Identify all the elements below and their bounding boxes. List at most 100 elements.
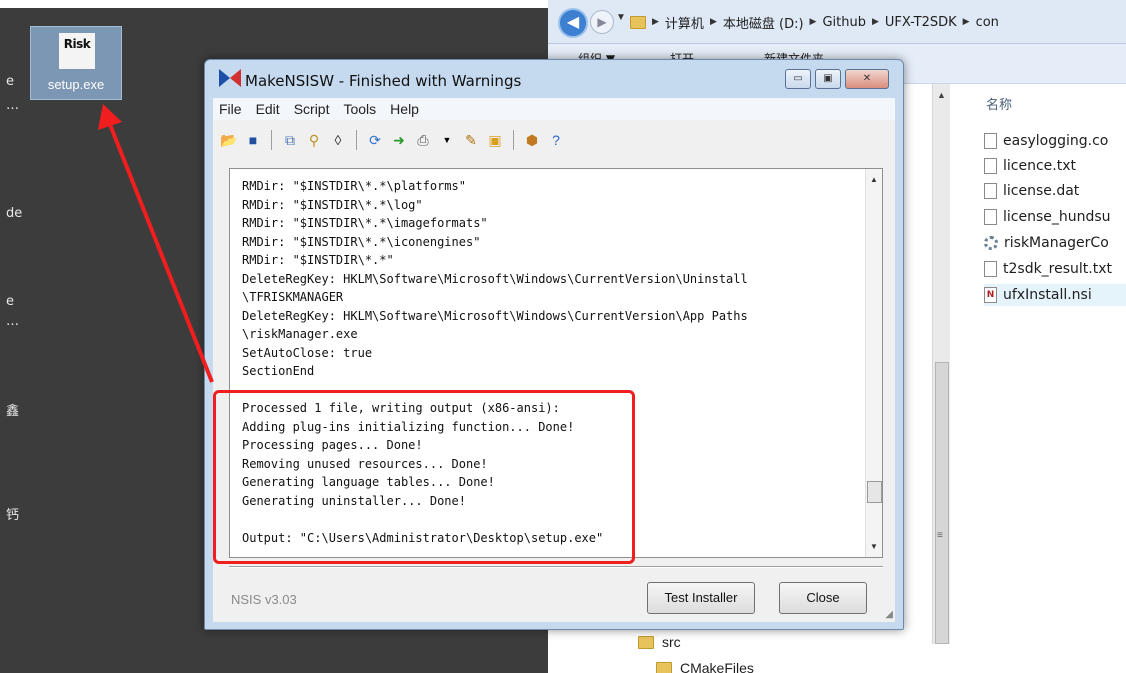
tree-item[interactable]: CMakeFiles <box>656 660 754 673</box>
resize-grip-icon[interactable]: ◢ <box>885 609 893 620</box>
chevron-right-icon: ▶ <box>962 17 970 27</box>
open-folder-icon[interactable]: 📂 <box>219 130 239 150</box>
file-row[interactable]: licence.txt <box>984 155 1126 177</box>
back-arrow-icon[interactable]: ◀ <box>558 8 588 38</box>
forward-arrow-icon[interactable]: ▶ <box>590 10 614 34</box>
file-row[interactable]: easylogging.co <box>984 130 1126 152</box>
close-button[interactable]: Close <box>779 582 867 614</box>
menu-bar: File Edit Script Tools Help <box>213 98 895 120</box>
text-file-icon <box>984 158 997 174</box>
toolbar-separator <box>513 130 514 150</box>
file-name: riskManagerCo <box>1004 235 1109 251</box>
clear-log-icon[interactable]: ◊ <box>328 130 348 150</box>
desktop-edge-text: … <box>6 98 19 113</box>
desktop-edge-text: 钙 <box>6 508 20 523</box>
text-file-icon <box>984 261 997 277</box>
desktop-edge-text: de <box>6 206 23 221</box>
file-row-selected[interactable]: N ufxInstall.nsi <box>984 284 1126 306</box>
chevron-right-icon: ▶ <box>809 17 817 27</box>
test-installer-icon[interactable]: ➜ <box>389 130 409 150</box>
tree-item[interactable]: src <box>638 634 681 650</box>
chevron-right-icon: ▶ <box>871 17 879 27</box>
file-name: license_hundsu <box>1003 209 1111 225</box>
file-name: t2sdk_result.txt <box>1003 261 1113 277</box>
chevron-right-icon: ▶ <box>709 17 717 27</box>
log-line: DeleteRegKey: HKLM\Software\Microsoft\Wi… <box>242 308 748 323</box>
desktop-edge-text: 鑫 <box>6 404 20 419</box>
find-icon[interactable]: ⚲ <box>304 130 324 150</box>
nsis-home-icon[interactable]: ⬢ <box>522 130 542 150</box>
dropdown-arrow-icon[interactable]: ▼ <box>437 130 457 150</box>
desktop-edge-text: e <box>6 74 14 89</box>
toolbar-separator <box>356 130 357 150</box>
history-dropdown-icon[interactable]: ▼ <box>616 12 626 23</box>
risk-icon-text: Risk <box>63 37 91 51</box>
log-line: RMDir: "$INSTDIR\*.*\platforms" <box>242 179 466 193</box>
document-icon <box>984 209 997 225</box>
scrollbar-thumb[interactable] <box>867 481 882 503</box>
log-line: RMDir: "$INSTDIR\*.*\imageformats" <box>242 216 488 230</box>
file-name: ufxInstall.nsi <box>1003 287 1092 303</box>
breadcrumb[interactable]: ▶ 计算机 ▶ 本地磁盘 (D:) ▶ Github ▶ UFX-T2SDK ▶… <box>630 10 999 34</box>
scroll-up-icon[interactable]: ▲ <box>937 90 946 100</box>
help-icon[interactable]: ? <box>546 130 566 150</box>
file-row[interactable]: license.dat <box>984 180 1126 202</box>
desktop-icon-setup-exe[interactable]: Risk setup.exe <box>30 26 122 100</box>
desktop-edge-text: e <box>6 294 14 309</box>
document-icon <box>984 133 997 149</box>
log-scrollbar[interactable]: ▲ ▼ <box>865 169 882 557</box>
log-line: DeleteRegKey: HKLM\Software\Microsoft\Wi… <box>242 271 748 286</box>
folder-icon <box>656 661 672 673</box>
log-line: \TFRISKMANAGER <box>242 290 344 304</box>
scroll-up-icon[interactable]: ▲ <box>870 175 878 184</box>
highlight-box <box>213 390 635 564</box>
compressor-icon[interactable]: ⎙ <box>413 130 433 150</box>
minimize-button[interactable]: ▭ <box>785 69 811 89</box>
close-window-button[interactable]: ✕ <box>845 69 889 89</box>
file-list: 名称 easylogging.co licence.txt license.da… <box>948 84 1126 604</box>
breadcrumb-item[interactable]: 计算机 <box>665 13 704 32</box>
file-row[interactable]: license_hundsu <box>984 206 1126 228</box>
folder-icon <box>638 635 654 649</box>
breadcrumb-item[interactable]: UFX-T2SDK <box>885 15 957 30</box>
title-bar[interactable]: MakeNSISW - Finished with Warnings ▭ ▣ ✕ <box>205 60 903 98</box>
file-name: easylogging.co <box>1003 133 1109 149</box>
recompile-icon[interactable]: ⟳ <box>365 130 385 150</box>
edit-script-icon[interactable]: ✎ <box>461 130 481 150</box>
save-icon[interactable]: ■ <box>243 130 263 150</box>
menu-script[interactable]: Script <box>294 101 330 117</box>
tree-item-label: CMakeFiles <box>680 660 754 673</box>
menu-help[interactable]: Help <box>390 101 419 117</box>
desktop-edge-text: … <box>6 314 19 329</box>
gear-file-icon <box>984 236 998 250</box>
address-bar-area: ◀ ▶ ▼ ▶ 计算机 ▶ 本地磁盘 (D:) ▶ Github ▶ UFX-T… <box>548 0 1126 44</box>
breadcrumb-item[interactable]: Github <box>822 15 866 30</box>
test-installer-button[interactable]: Test Installer <box>647 582 755 614</box>
nsis-app-icon <box>219 69 241 87</box>
column-header-name[interactable]: 名称 <box>986 94 1012 113</box>
file-row[interactable]: riskManagerCo <box>984 232 1126 254</box>
file-row[interactable]: t2sdk_result.txt <box>984 258 1126 280</box>
scroll-down-icon[interactable]: ▼ <box>870 542 878 551</box>
window-title: MakeNSISW - Finished with Warnings <box>245 72 522 90</box>
risk-app-icon: Risk <box>59 33 95 69</box>
divider <box>229 566 883 568</box>
nsi-file-icon: N <box>984 287 997 303</box>
log-line: SectionEnd <box>242 364 315 378</box>
menu-file[interactable]: File <box>219 101 242 117</box>
browse-script-icon[interactable]: ▣ <box>485 130 505 150</box>
breadcrumb-item[interactable]: con <box>976 15 999 30</box>
file-name: licence.txt <box>1003 158 1076 174</box>
tree-item-label: src <box>662 634 681 650</box>
menu-edit[interactable]: Edit <box>256 101 280 117</box>
desktop-icon-label: setup.exe <box>47 77 105 92</box>
copy-icon[interactable]: ⧉ <box>280 130 300 150</box>
breadcrumb-item[interactable]: 本地磁盘 (D:) <box>723 13 804 32</box>
maximize-button[interactable]: ▣ <box>815 69 841 89</box>
log-line: SetAutoClose: true <box>242 345 373 360</box>
file-name: license.dat <box>1003 183 1080 199</box>
document-icon <box>984 183 997 199</box>
chevron-right-icon: ▶ <box>652 17 659 27</box>
scrollbar-thumb[interactable] <box>935 362 949 644</box>
menu-tools[interactable]: Tools <box>343 101 376 117</box>
